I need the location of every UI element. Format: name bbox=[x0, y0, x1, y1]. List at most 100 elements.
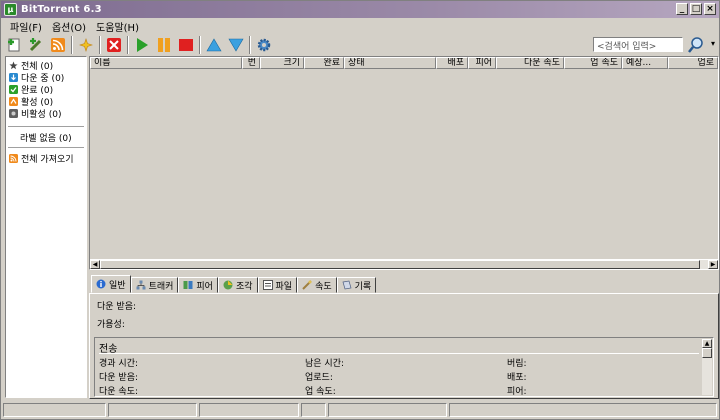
tab-logger[interactable]: 기록 bbox=[336, 277, 377, 293]
column-size[interactable]: 크기 bbox=[260, 57, 304, 69]
tab-trackers[interactable]: 트래커 bbox=[130, 277, 179, 293]
tab-speed[interactable]: 속도 bbox=[297, 277, 337, 293]
tab-label: 피어 bbox=[196, 281, 213, 292]
completed-icon bbox=[9, 84, 18, 94]
minimize-button[interactable]: _ bbox=[676, 3, 688, 15]
column-eta[interactable]: 예상... bbox=[622, 57, 668, 69]
tab-label: 트래커 bbox=[148, 281, 174, 292]
scroll-right-icon[interactable]: ▶ bbox=[708, 260, 718, 269]
chevron-down-icon[interactable]: ▾ bbox=[711, 39, 715, 48]
play-icon bbox=[137, 38, 148, 52]
menu-bar: 파일(F) 옵션(O) 도움말(H) bbox=[1, 18, 719, 34]
move-down-button[interactable] bbox=[227, 36, 245, 54]
column-number[interactable]: 번 bbox=[242, 57, 260, 69]
remove-button[interactable] bbox=[105, 36, 123, 54]
list-body[interactable] bbox=[90, 69, 718, 259]
arrow-down-icon bbox=[228, 38, 244, 52]
toolbar-separator bbox=[127, 36, 129, 54]
column-up-speed[interactable]: 업 속도 bbox=[564, 57, 622, 69]
arrow-up-icon bbox=[206, 38, 222, 52]
tab-files[interactable]: 파일 bbox=[257, 277, 298, 293]
log-icon bbox=[342, 280, 352, 290]
tab-peers[interactable]: 피어 bbox=[178, 277, 218, 293]
divider bbox=[8, 147, 84, 148]
column-done[interactable]: 완료 bbox=[304, 57, 344, 69]
gear-icon bbox=[257, 38, 271, 52]
status-cell bbox=[199, 403, 299, 417]
menu-file[interactable]: 파일(F) bbox=[5, 19, 47, 34]
pause-button[interactable] bbox=[155, 36, 173, 54]
close-button[interactable]: × bbox=[704, 3, 716, 15]
horizontal-scrollbar[interactable]: ◀ ▶ bbox=[90, 259, 718, 269]
status-cell bbox=[108, 403, 198, 417]
rss-button[interactable] bbox=[49, 36, 67, 54]
wasted-label: 버림: bbox=[507, 359, 527, 369]
sparkle-icon bbox=[79, 38, 93, 52]
all-icon bbox=[9, 61, 18, 70]
stop-button[interactable] bbox=[177, 36, 195, 54]
create-torrent-button[interactable] bbox=[77, 36, 95, 54]
down-speed-label: 다운 속도: bbox=[99, 387, 139, 397]
scroll-up-icon[interactable]: ▲ bbox=[702, 339, 712, 348]
add-url-icon bbox=[29, 38, 42, 52]
active-icon bbox=[9, 96, 18, 106]
detail-tabs: 일반 트래커 피어 조각 파일 속도 기록 bbox=[91, 275, 377, 293]
add-torrent-button[interactable] bbox=[5, 36, 23, 54]
menu-help[interactable]: 도움말(H) bbox=[91, 19, 144, 34]
preferences-button[interactable] bbox=[255, 36, 273, 54]
tab-label: 조각 bbox=[235, 281, 253, 292]
sidebar-item-downloading[interactable]: 다운 중 (0) bbox=[6, 71, 86, 84]
status-cell bbox=[328, 403, 448, 417]
files-icon bbox=[262, 280, 273, 290]
add-url-button[interactable] bbox=[27, 36, 45, 54]
sidebar-item-label: 전체 가져오기 bbox=[21, 154, 74, 165]
start-button[interactable] bbox=[133, 36, 151, 54]
window-title: BitTorrent 6.3 bbox=[21, 4, 102, 15]
tab-label: 속도 bbox=[315, 281, 332, 292]
elapsed-label: 경과 시간: bbox=[99, 359, 139, 369]
tab-label: 기록 bbox=[354, 281, 372, 292]
inactive-icon bbox=[9, 108, 18, 118]
search-input[interactable]: <검색어 입력> bbox=[593, 37, 683, 52]
column-uploaded[interactable]: 업로 bbox=[668, 57, 718, 69]
rss-icon bbox=[9, 153, 18, 163]
column-peers[interactable]: 피어 bbox=[468, 57, 496, 69]
move-up-button[interactable] bbox=[205, 36, 223, 54]
scroll-left-icon[interactable]: ◀ bbox=[90, 260, 100, 269]
toolbar-separator bbox=[99, 36, 101, 54]
title-bar[interactable]: µ BitTorrent 6.3 _ □ × bbox=[1, 1, 719, 18]
transfer-group: 전송 경과 시간: 다운 받음: 다운 속도: 남은 시간: 업로드: 업 속도… bbox=[94, 337, 714, 397]
maximize-button[interactable]: □ bbox=[690, 3, 702, 15]
sidebar-item-inactive[interactable]: 비활성 (0) bbox=[6, 107, 86, 120]
sidebar-item-active[interactable]: 활성 (0) bbox=[6, 95, 86, 108]
sidebar-item-no-label[interactable]: 라벨 없음 (0) bbox=[6, 131, 86, 144]
column-name[interactable]: 이름 bbox=[90, 57, 242, 69]
network-icon bbox=[136, 280, 146, 290]
torrent-list[interactable]: 이름 번 크기 완료 상태 배포 피어 다운 속도 업 속도 예상... 업로 … bbox=[89, 56, 719, 270]
menu-options[interactable]: 옵션(O) bbox=[47, 19, 91, 34]
peers-icon bbox=[183, 280, 193, 290]
uploaded-label: 업로드: bbox=[305, 373, 333, 383]
panel-splitter[interactable] bbox=[89, 271, 719, 275]
column-down-speed[interactable]: 다운 속도 bbox=[496, 57, 564, 69]
column-seeds[interactable]: 배포 bbox=[436, 57, 468, 69]
window-controls: _ □ × bbox=[676, 3, 716, 15]
tab-general[interactable]: 일반 bbox=[91, 275, 131, 293]
search-icon bbox=[688, 37, 703, 53]
search-button[interactable] bbox=[687, 36, 705, 54]
tab-pieces[interactable]: 조각 bbox=[217, 277, 258, 293]
info-icon bbox=[96, 279, 106, 289]
sidebar-item-all[interactable]: 전체 (0) bbox=[6, 59, 86, 72]
app-window: µ BitTorrent 6.3 _ □ × 파일(F) 옵션(O) 도움말(H… bbox=[0, 0, 720, 420]
vertical-scrollbar[interactable]: ▲ bbox=[702, 339, 712, 395]
status-cell bbox=[300, 403, 327, 417]
pause-icon bbox=[158, 38, 170, 52]
stop-icon bbox=[179, 39, 193, 51]
category-sidebar: 전체 (0) 다운 중 (0) 완료 (0) 활성 (0) 비활성 (0) 라벨… bbox=[5, 56, 87, 398]
column-status[interactable]: 상태 bbox=[344, 57, 436, 69]
sidebar-item-all-feeds[interactable]: 전체 가져오기 bbox=[6, 152, 86, 165]
scroll-thumb[interactable] bbox=[100, 260, 700, 269]
sidebar-item-completed[interactable]: 완료 (0) bbox=[6, 83, 86, 96]
scroll-thumb[interactable] bbox=[702, 348, 712, 358]
remaining-label: 남은 시간: bbox=[305, 359, 345, 369]
